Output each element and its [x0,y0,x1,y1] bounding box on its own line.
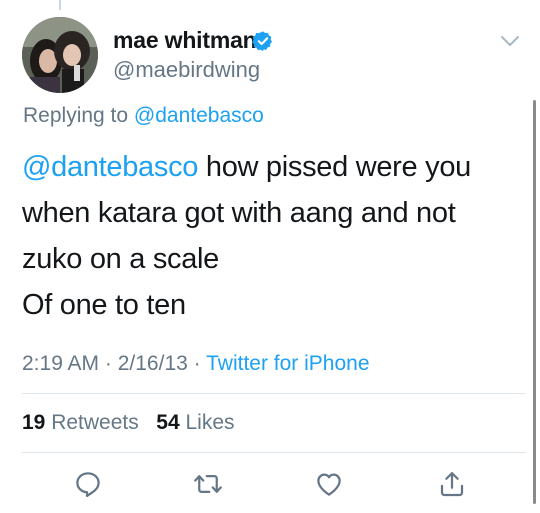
tweet-line-4: Of one to ten [22,289,186,321]
replying-to-label: Replying to [23,104,129,127]
likes-stat[interactable]: 54 Likes [156,411,234,434]
reply-icon [76,472,100,497]
retweets-label: Retweets [51,411,139,434]
reply-button[interactable] [73,469,103,499]
divider [22,452,526,453]
divider [22,393,526,394]
tweet-date: 2/16/13 [117,352,188,375]
user-handle[interactable]: @maebirdwing [113,57,260,83]
likes-count: 54 [156,411,180,434]
avatar[interactable] [22,17,98,93]
tweet-source-link[interactable]: Twitter for iPhone [206,352,369,375]
retweets-stat[interactable]: 19 Retweets [22,411,139,434]
tweet-line-1-text: how pissed were you [198,151,471,183]
like-icon [317,473,341,496]
verified-badge-icon [252,31,272,52]
display-name[interactable]: mae whitman [113,27,257,54]
like-button[interactable] [314,469,344,499]
scrollbar[interactable] [533,100,536,504]
retweets-count: 19 [22,411,46,434]
meta-separator: · [99,352,118,375]
tweet-line-3: zuko on a scale [22,243,220,275]
thread-connector-line [59,0,61,10]
tweet-text: @dantebasco how pissed were you when kat… [22,144,522,328]
meta-separator: · [187,352,207,375]
retweet-icon [194,475,222,493]
share-icon [440,472,464,497]
replying-to-line: Replying to @dantebasco [23,104,264,128]
chevron-down-icon[interactable] [500,34,520,48]
share-button[interactable] [437,469,467,499]
replying-to-mention-link[interactable]: @dantebasco [134,104,264,127]
tweet-metadata: 2:19 AM · 2/16/13 · Twitter for iPhone [22,352,370,376]
tweet-line-1: @dantebasco how pissed were you [22,144,522,190]
likes-label: Likes [185,411,235,434]
engagement-stats: 19 Retweets 54 Likes [22,411,235,435]
tweet-mention-link[interactable]: @dantebasco [22,151,198,183]
tweet-time: 2:19 AM [22,352,100,375]
retweet-button[interactable] [193,469,223,499]
avatar-photo [22,17,98,93]
tweet-line-2: when katara got with aang and not [22,197,456,229]
